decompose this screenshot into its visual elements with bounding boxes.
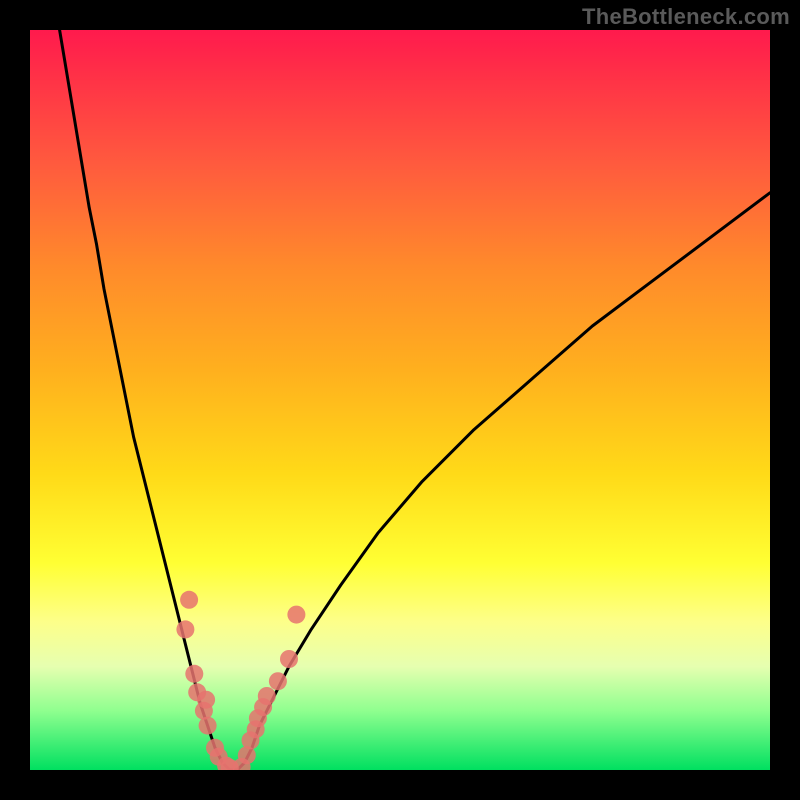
scatter-point <box>176 620 194 638</box>
scatter-point <box>199 717 217 735</box>
scatter-point <box>185 665 203 683</box>
chart-frame: TheBottleneck.com <box>0 0 800 800</box>
curve-bottleneck-curve <box>60 30 770 770</box>
scatter-point <box>180 591 198 609</box>
bottleneck-chart <box>30 30 770 770</box>
scatter-point <box>280 650 298 668</box>
plot-area <box>30 30 770 770</box>
scatter-point <box>258 687 276 705</box>
watermark-text: TheBottleneck.com <box>582 4 790 30</box>
scatter-point <box>269 672 287 690</box>
scatter-point <box>197 691 215 709</box>
scatter-point <box>287 606 305 624</box>
